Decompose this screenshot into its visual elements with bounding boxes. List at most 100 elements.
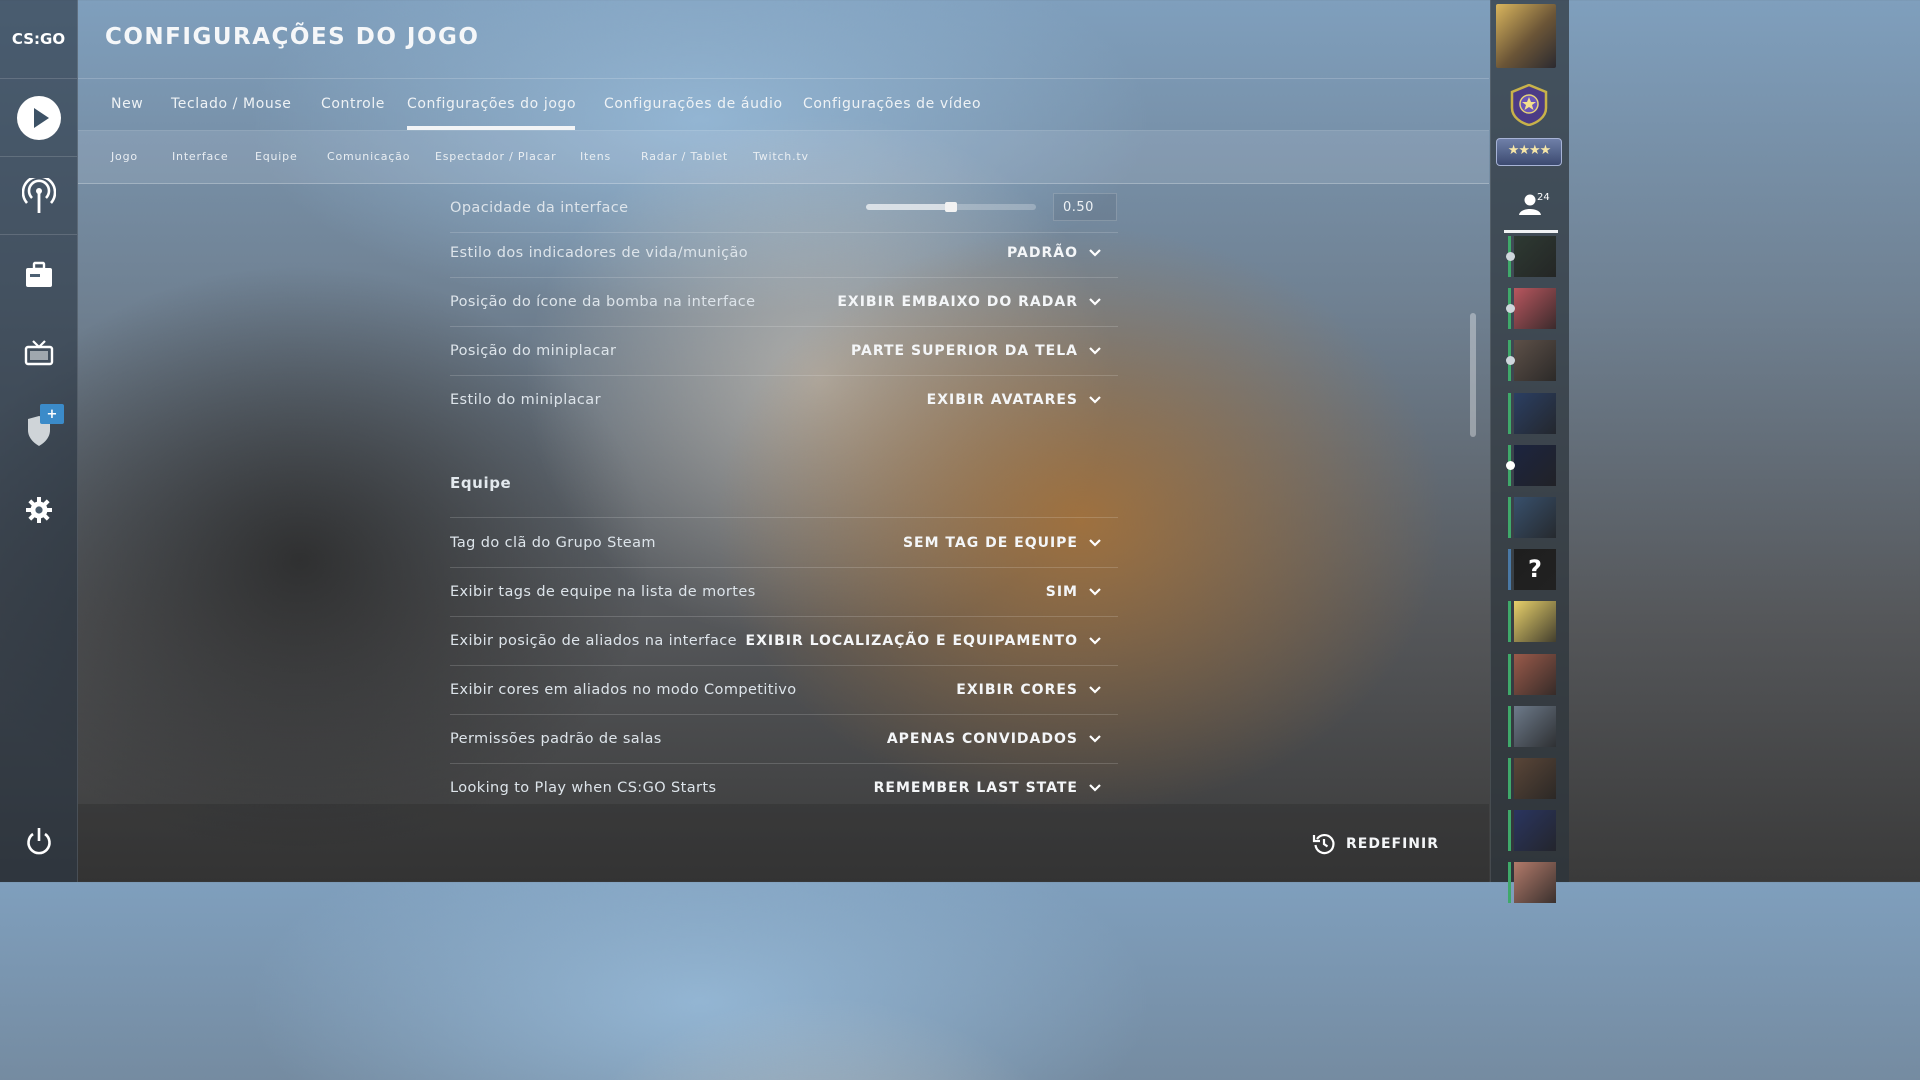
- chevron-down-icon: [1089, 396, 1101, 404]
- setting-row-clan-tag: Tag do clã do Grupo Steam SEM TAG DE EQU…: [450, 519, 1118, 568]
- setting-label: Permissões padrão de salas: [450, 731, 662, 747]
- tab-new[interactable]: New: [111, 78, 143, 130]
- subtab-spectator-scoreboard[interactable]: Espectador / Placar: [435, 131, 556, 183]
- setting-label: Exibir posição de aliados na interface: [450, 633, 737, 649]
- chevron-down-icon: [1089, 588, 1101, 596]
- friends-count: 24: [1537, 192, 1550, 203]
- friend-avatar[interactable]: [1506, 340, 1556, 382]
- subtab-radar-tablet[interactable]: Radar / Tablet: [641, 131, 728, 183]
- operation-button[interactable]: [0, 403, 77, 459]
- friend-avatar-image: ?: [1514, 549, 1556, 591]
- watch-broadcast-button[interactable]: [0, 168, 77, 224]
- setting-label: Estilo dos indicadores de vida/munição: [450, 245, 749, 261]
- lobby-permissions-dropdown[interactable]: APENAS CONVIDADOS: [887, 715, 1102, 763]
- setting-row-bomb-icon-position: Posição do ícone da bomba na interface E…: [450, 278, 1118, 327]
- setting-label: Tag do clã do Grupo Steam: [450, 535, 656, 551]
- left-navigation: CS:GO +: [0, 0, 78, 882]
- friend-avatar[interactable]: [1506, 288, 1556, 330]
- section-title-team: Equipe: [450, 474, 512, 492]
- profile-avatar[interactable]: [1496, 4, 1556, 68]
- dropdown-value: EXIBIR AVATARES: [926, 392, 1078, 408]
- friend-avatar[interactable]: [1508, 758, 1556, 799]
- setting-label: Looking to Play when CS:GO Starts: [450, 780, 717, 796]
- chevron-down-icon: [1089, 686, 1101, 694]
- right-sidebar: [1490, 0, 1569, 882]
- friend-avatar-image: [1514, 392, 1556, 434]
- friend-avatar-image: [1514, 497, 1556, 538]
- teammate-positions-dropdown[interactable]: EXIBIR LOCALIZAÇÃO E EQUIPAMENTO: [746, 617, 1103, 665]
- chevron-down-icon: [1089, 539, 1101, 547]
- footer: [78, 804, 1489, 882]
- setting-row-looking-to-play: Looking to Play when CS:GO Starts REMEMB…: [450, 764, 1118, 804]
- setting-label: Opacidade da interface: [450, 200, 629, 216]
- friend-avatar[interactable]: [1508, 862, 1556, 904]
- teammate-colors-dropdown[interactable]: EXIBIR CORES: [956, 666, 1102, 714]
- dropdown-value: PARTE SUPERIOR DA TELA: [851, 343, 1078, 359]
- broadcast-icon: [21, 178, 56, 213]
- subtab-team[interactable]: Equipe: [255, 131, 298, 183]
- tab-game-settings[interactable]: Configurações do jogo: [407, 78, 576, 130]
- csgo-logo[interactable]: CS:GO: [0, 0, 77, 79]
- friends-list-button[interactable]: 24: [1504, 186, 1558, 233]
- miniscoreboard-position-dropdown[interactable]: PARTE SUPERIOR DA TELA: [851, 327, 1102, 375]
- friend-avatar[interactable]: [1508, 601, 1556, 643]
- tab-keyboard-mouse[interactable]: Teclado / Mouse: [171, 78, 291, 130]
- looking-to-play-dropdown[interactable]: REMEMBER LAST STATE: [874, 764, 1102, 804]
- dropdown-value: SIM: [1045, 584, 1078, 600]
- settings-scrollbar[interactable]: [1470, 313, 1476, 437]
- rank-medal-icon[interactable]: [1510, 84, 1548, 126]
- friend-avatar[interactable]: [1508, 497, 1556, 538]
- chevron-down-icon: [1089, 637, 1101, 645]
- opacity-slider-fill: [866, 204, 951, 210]
- friend-avatar-image: [1514, 705, 1556, 747]
- friend-avatar[interactable]: [1508, 810, 1556, 852]
- reset-button[interactable]: REDEFINIR: [1312, 830, 1439, 858]
- bomb-icon-position-dropdown[interactable]: EXIBIR EMBAIXO DO RADAR: [837, 278, 1102, 326]
- skill-group-rank-icon[interactable]: ★★★★: [1496, 138, 1562, 166]
- hud-style-dropdown[interactable]: PADRÃO: [1007, 229, 1102, 277]
- plus-badge-icon: +: [40, 404, 64, 424]
- subtab-interface[interactable]: Interface: [172, 131, 228, 183]
- tab-video-settings[interactable]: Configurações de vídeo: [803, 78, 981, 130]
- friend-avatar-image: [1514, 288, 1556, 330]
- setting-row-interface-opacity: Opacidade da interface 0.50: [450, 184, 1118, 233]
- friend-avatar-image: [1514, 862, 1556, 904]
- away-status-icon: [1506, 252, 1515, 261]
- dropdown-value: APENAS CONVIDADOS: [886, 731, 1078, 747]
- friend-avatar-image: [1514, 444, 1556, 486]
- opacity-slider[interactable]: [866, 202, 1036, 212]
- settings-button[interactable]: [0, 482, 77, 538]
- friend-avatar[interactable]: [1508, 392, 1556, 434]
- briefcase-icon: [25, 261, 52, 287]
- setting-label: Exibir tags de equipe na lista de mortes: [450, 584, 756, 600]
- dropdown-value: EXIBIR EMBAIXO DO RADAR: [837, 294, 1078, 310]
- setting-row-miniscoreboard-position: Posição do miniplacar PARTE SUPERIOR DA …: [450, 327, 1118, 376]
- subtab-game[interactable]: Jogo: [111, 131, 138, 183]
- friend-avatar[interactable]: ?: [1508, 549, 1556, 591]
- section-divider: [450, 517, 1118, 518]
- subtab-communication[interactable]: Comunicação: [327, 131, 410, 183]
- setting-row-teammate-positions: Exibir posição de aliados na interface E…: [450, 617, 1118, 666]
- chevron-down-icon: [1089, 298, 1101, 306]
- opacity-slider-handle[interactable]: [945, 202, 957, 212]
- friend-avatar[interactable]: [1506, 444, 1556, 486]
- setting-label: Exibir cores em aliados no modo Competit…: [450, 682, 797, 698]
- friend-avatar[interactable]: [1506, 236, 1556, 277]
- clan-tag-dropdown[interactable]: SEM TAG DE EQUIPE: [903, 519, 1102, 567]
- watch-button[interactable]: [0, 325, 77, 381]
- power-button[interactable]: [0, 814, 77, 870]
- friend-avatar[interactable]: [1508, 653, 1556, 695]
- inventory-button[interactable]: [0, 247, 77, 303]
- killfeed-team-tags-dropdown[interactable]: SIM: [1046, 568, 1102, 616]
- miniscoreboard-style-dropdown[interactable]: EXIBIR AVATARES: [927, 376, 1102, 424]
- tab-audio-settings[interactable]: Configurações de áudio: [604, 78, 783, 130]
- subtab-items[interactable]: Itens: [580, 131, 611, 183]
- setting-row-miniscoreboard-style: Estilo do miniplacar EXIBIR AVATARES: [450, 376, 1118, 424]
- friend-avatar[interactable]: [1508, 705, 1556, 747]
- setting-label: Posição do miniplacar: [450, 343, 617, 359]
- subtab-twitch[interactable]: Twitch.tv: [753, 131, 809, 183]
- play-button[interactable]: [0, 90, 77, 146]
- tab-controller[interactable]: Controle: [321, 78, 385, 130]
- chevron-down-icon: [1089, 249, 1101, 257]
- opacity-value-input[interactable]: 0.50: [1053, 193, 1117, 221]
